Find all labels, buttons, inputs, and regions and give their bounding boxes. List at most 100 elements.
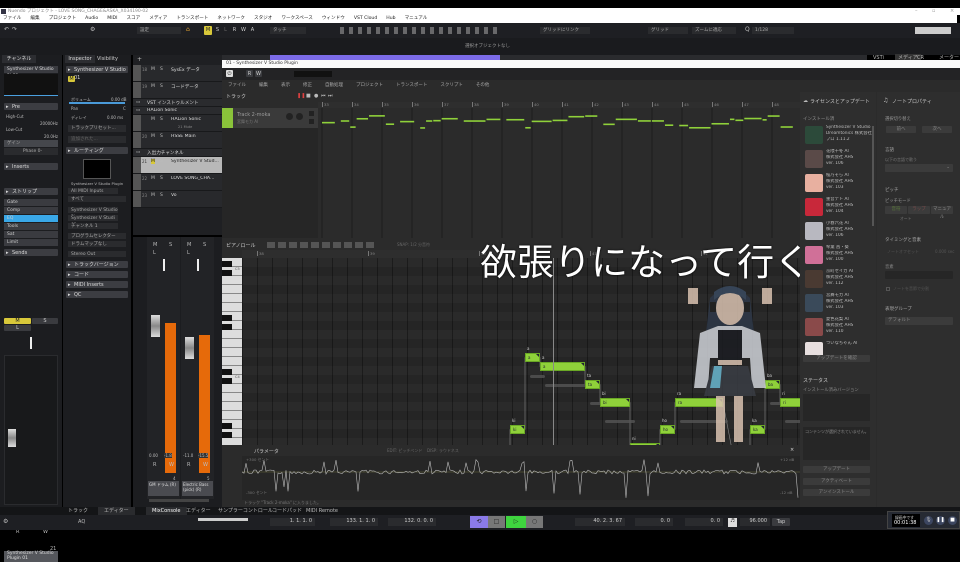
pan-knob[interactable] bbox=[30, 337, 32, 349]
menu-item[interactable]: ファイル bbox=[3, 16, 21, 21]
pianoroll-tools[interactable] bbox=[267, 242, 377, 248]
note[interactable]: ni bbox=[630, 443, 660, 445]
mixer-listen[interactable]: L bbox=[187, 250, 190, 256]
gain-slider[interactable]: ゲイン bbox=[4, 140, 58, 147]
note[interactable]: a bbox=[540, 362, 585, 371]
inspector-section[interactable]: トラックバージョン bbox=[66, 261, 128, 269]
update-button[interactable]: アップデート bbox=[803, 466, 870, 473]
track-row[interactable]: 22 M S LOVE SONG_CHA... bbox=[133, 174, 223, 191]
pre-section[interactable]: Pre bbox=[4, 103, 58, 111]
menu-item[interactable]: スコア bbox=[126, 16, 140, 21]
auto-button[interactable]: A bbox=[249, 26, 256, 35]
plugin-thumbnail[interactable] bbox=[83, 159, 111, 179]
phoneme-input[interactable] bbox=[885, 271, 953, 279]
output-instrument[interactable]: Synthesizer V Studi 01 bbox=[68, 215, 118, 228]
stereo-out-select[interactable]: Stereo Out bbox=[68, 251, 126, 257]
grid-select[interactable]: グリッド bbox=[648, 27, 688, 34]
track-mute[interactable]: M bbox=[151, 193, 155, 198]
voice-item[interactable]: 夏色花梨 AI 株式会社 AHS ver. 110 bbox=[805, 316, 865, 339]
menu-item[interactable]: マニュアル bbox=[405, 16, 428, 21]
mixer-mute[interactable]: M bbox=[187, 242, 191, 248]
strip-item-tools[interactable]: Tools bbox=[4, 223, 58, 230]
play-button[interactable]: ▷ bbox=[506, 516, 526, 528]
track-solo[interactable]: S bbox=[160, 176, 163, 181]
param-disp-label[interactable]: DISP: ラウドネス bbox=[427, 448, 459, 454]
aq-button[interactable]: AQ bbox=[78, 519, 85, 525]
menu-item[interactable]: トランスポート bbox=[176, 16, 208, 21]
mixer-channel-name[interactable]: Electric Bass (pick) (R) bbox=[182, 481, 213, 496]
track-solo[interactable]: S bbox=[160, 67, 163, 72]
mixer-solo[interactable]: S bbox=[169, 242, 172, 248]
read-button[interactable]: R bbox=[246, 70, 253, 77]
expr-group-select[interactable]: デフォルト bbox=[885, 317, 953, 325]
inspector-section[interactable]: MIDI Inserts bbox=[66, 281, 128, 289]
mixer-scrollbar[interactable] bbox=[149, 499, 209, 502]
track-row[interactable]: 23 M S Vo bbox=[133, 191, 223, 208]
output-select[interactable]: Synthesizer V Studio Plug... bbox=[68, 207, 118, 220]
track-row[interactable]: 21 M S Synthesizer V Stud... bbox=[133, 157, 223, 174]
mixer-fader[interactable] bbox=[185, 337, 194, 359]
menu-item[interactable]: ウィンドウ bbox=[322, 16, 345, 21]
sv-menu-item[interactable]: 表示 bbox=[281, 83, 290, 88]
drum-map-select[interactable]: ドラムマップなし bbox=[68, 241, 126, 247]
parameter-graph[interactable] bbox=[242, 456, 800, 500]
sv-menu-item[interactable]: ファイル bbox=[228, 83, 246, 88]
pause-button[interactable]: ❚❚ bbox=[936, 516, 945, 525]
mic-mute-button[interactable]: 🎙 bbox=[924, 516, 933, 525]
pitch-bend-curve[interactable] bbox=[242, 459, 799, 498]
power-button[interactable]: ⏻ bbox=[226, 70, 233, 77]
inspector-section[interactable]: コード bbox=[66, 271, 128, 279]
mixer-fader[interactable] bbox=[151, 315, 160, 337]
menu-item[interactable]: 編集 bbox=[30, 16, 39, 21]
mode-rap-button[interactable]: ラップ bbox=[908, 206, 930, 214]
voice-item[interactable]: 小春六花 AI 株式会社 AHS ver. 106 bbox=[805, 220, 865, 243]
redo-icon[interactable]: ↷ bbox=[12, 26, 17, 33]
prev-button[interactable]: 前へ bbox=[886, 126, 916, 133]
strip-item-eq[interactable]: EQ bbox=[4, 215, 58, 222]
midi-input-channel[interactable]: すべて bbox=[68, 196, 126, 202]
range-length[interactable]: 132. 0. 0. 0 bbox=[388, 518, 436, 526]
inspector-volume-slider[interactable] bbox=[69, 102, 125, 104]
mode-manual-button[interactable]: マニュアル bbox=[931, 206, 953, 220]
voice-list-scrollbar[interactable] bbox=[872, 126, 874, 226]
mixer-solo[interactable]: S bbox=[203, 242, 206, 248]
close-button[interactable]: × bbox=[950, 8, 954, 14]
track-solo[interactable]: S bbox=[160, 117, 163, 122]
constrain-delay-icon[interactable]: ⚙ bbox=[90, 26, 95, 33]
track-row[interactable]: 20 M S HSSE Main bbox=[133, 132, 223, 149]
voice-item[interactable]: 重音テト AI 株式会社 AHS ver. 104 bbox=[805, 196, 865, 219]
tab-channel[interactable]: チャンネル bbox=[2, 55, 36, 63]
volume-knob[interactable] bbox=[286, 113, 293, 120]
undo-icon[interactable]: ↶ bbox=[4, 26, 9, 33]
inspector-section[interactable]: QC bbox=[66, 291, 128, 299]
track-solo[interactable]: S bbox=[160, 193, 163, 198]
mixer-pan[interactable] bbox=[197, 259, 199, 271]
forward-icon[interactable]: ⏭ bbox=[328, 93, 333, 99]
track-mute[interactable]: M bbox=[151, 134, 155, 139]
metronome-icon[interactable]: ♬ bbox=[728, 518, 737, 527]
note-offset-value[interactable]: 0.000 sec bbox=[935, 249, 954, 254]
left-locator[interactable]: 1. 1. 1. 0 bbox=[270, 518, 315, 526]
mixer-listen[interactable]: L bbox=[153, 250, 156, 256]
write-button[interactable]: W bbox=[240, 26, 247, 35]
menu-item[interactable]: ワークスペース bbox=[281, 16, 312, 21]
track-name[interactable]: Track 2-moka bbox=[237, 112, 270, 118]
solo-button[interactable]: S bbox=[32, 318, 58, 324]
read-button[interactable]: R bbox=[231, 26, 238, 35]
mixer-write[interactable]: W bbox=[203, 462, 208, 468]
menu-item[interactable]: MIDI bbox=[107, 16, 117, 21]
midi-input-select[interactable]: All MIDI Inputs bbox=[68, 188, 118, 194]
voice-item[interactable]: Synthesizer V Studio Dreamtonics 株式会社 プロ 1… bbox=[805, 124, 872, 147]
menu-item[interactable]: メディア bbox=[149, 16, 167, 21]
activate-button[interactable]: アクティベート bbox=[803, 478, 870, 485]
sv-menu-item[interactable]: その他 bbox=[476, 83, 490, 88]
lock-icon[interactable]: ⌂ bbox=[186, 26, 190, 33]
voice-item[interactable]: 桜乃そら AI 株式会社 AHS ver. 103 bbox=[805, 172, 865, 195]
inspector-mute[interactable]: M bbox=[68, 76, 75, 82]
track-solo[interactable]: S bbox=[160, 84, 163, 89]
close-param-icon[interactable]: × bbox=[790, 447, 794, 453]
sv-menu-item[interactable]: トランスポート bbox=[396, 83, 427, 88]
snap-label[interactable]: SNAP: 1/2 分音符 bbox=[397, 242, 430, 248]
sv-menu-item[interactable]: プロジェクト bbox=[356, 83, 383, 88]
settings-icon[interactable]: ⚙ bbox=[3, 518, 8, 525]
